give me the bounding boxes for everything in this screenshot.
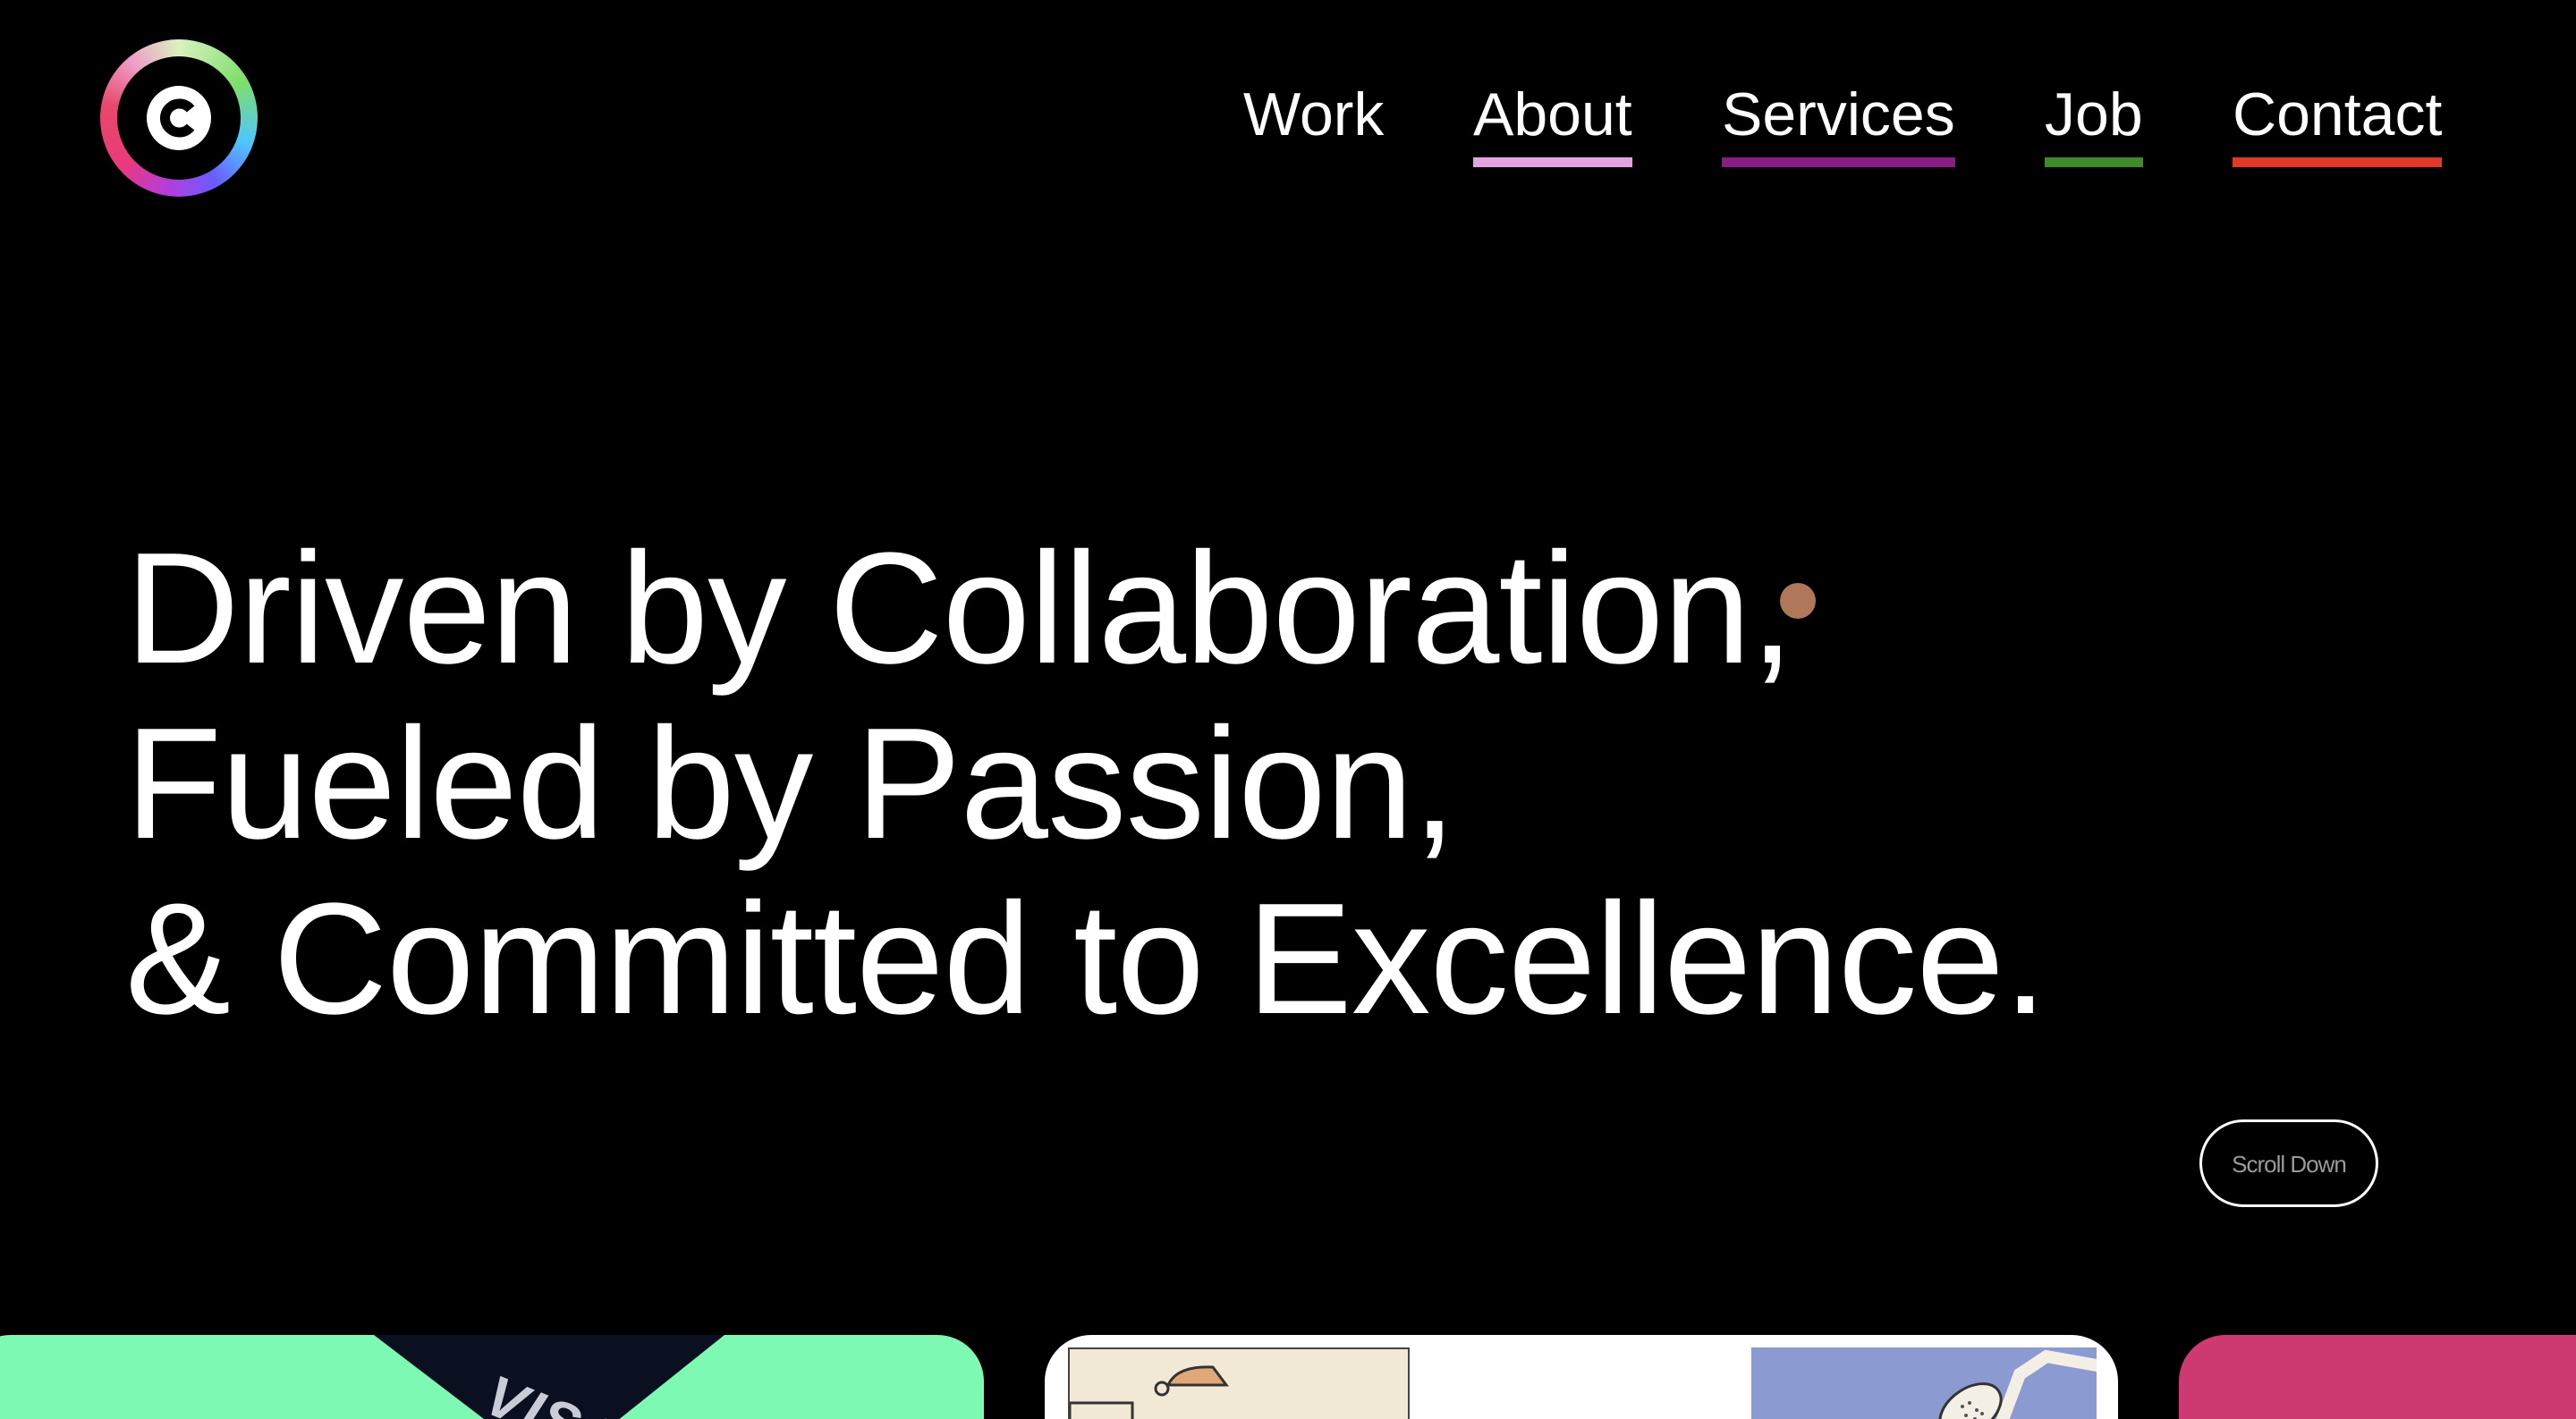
hero-line-1: Driven by Collaboration, bbox=[125, 519, 1794, 697]
nav-underline-about bbox=[1473, 157, 1632, 167]
nav-item-label: Services bbox=[1722, 80, 1955, 148]
nav-item-label: Work bbox=[1243, 80, 1385, 148]
nav-item-label: Contact bbox=[2233, 80, 2443, 148]
hero-line-3: & Committed to Excellence. bbox=[125, 870, 2047, 1047]
nav-item-services[interactable]: Services bbox=[1722, 79, 1955, 167]
lamp-illustration-icon bbox=[1068, 1365, 1229, 1419]
scroll-down-button[interactable]: Scroll Down bbox=[2199, 1119, 2378, 1207]
nav-item-contact[interactable]: Contact bbox=[2233, 79, 2443, 167]
nav-item-about[interactable]: About bbox=[1473, 79, 1632, 167]
hero-line-2: Fueled by Passion, bbox=[125, 695, 1456, 872]
cursor-dot bbox=[1780, 583, 1816, 619]
nav-item-work[interactable]: Work bbox=[1243, 79, 1384, 150]
nav-underline-contact bbox=[2233, 157, 2443, 167]
nav-item-label: Job bbox=[2045, 80, 2143, 148]
nav-item-label: About bbox=[1473, 80, 1632, 148]
nav-item-job[interactable]: Job bbox=[2045, 79, 2143, 167]
nav-underline-services bbox=[1722, 157, 1955, 167]
project-card-visa[interactable]: VISA bbox=[0, 1335, 984, 1419]
illustration-panel-left bbox=[1068, 1347, 1410, 1419]
main-nav: Work About Services Job Contact bbox=[0, 79, 2576, 168]
project-card-illustration[interactable] bbox=[1045, 1335, 2118, 1419]
hero-headline: Driven by Collaboration, Fueled by Passi… bbox=[125, 519, 2047, 1047]
shower-head-icon bbox=[1938, 1349, 2103, 1419]
nav-underline-job bbox=[2045, 157, 2143, 167]
illustration-panel-right bbox=[1751, 1347, 2103, 1419]
project-card-pink[interactable] bbox=[2179, 1335, 2576, 1419]
